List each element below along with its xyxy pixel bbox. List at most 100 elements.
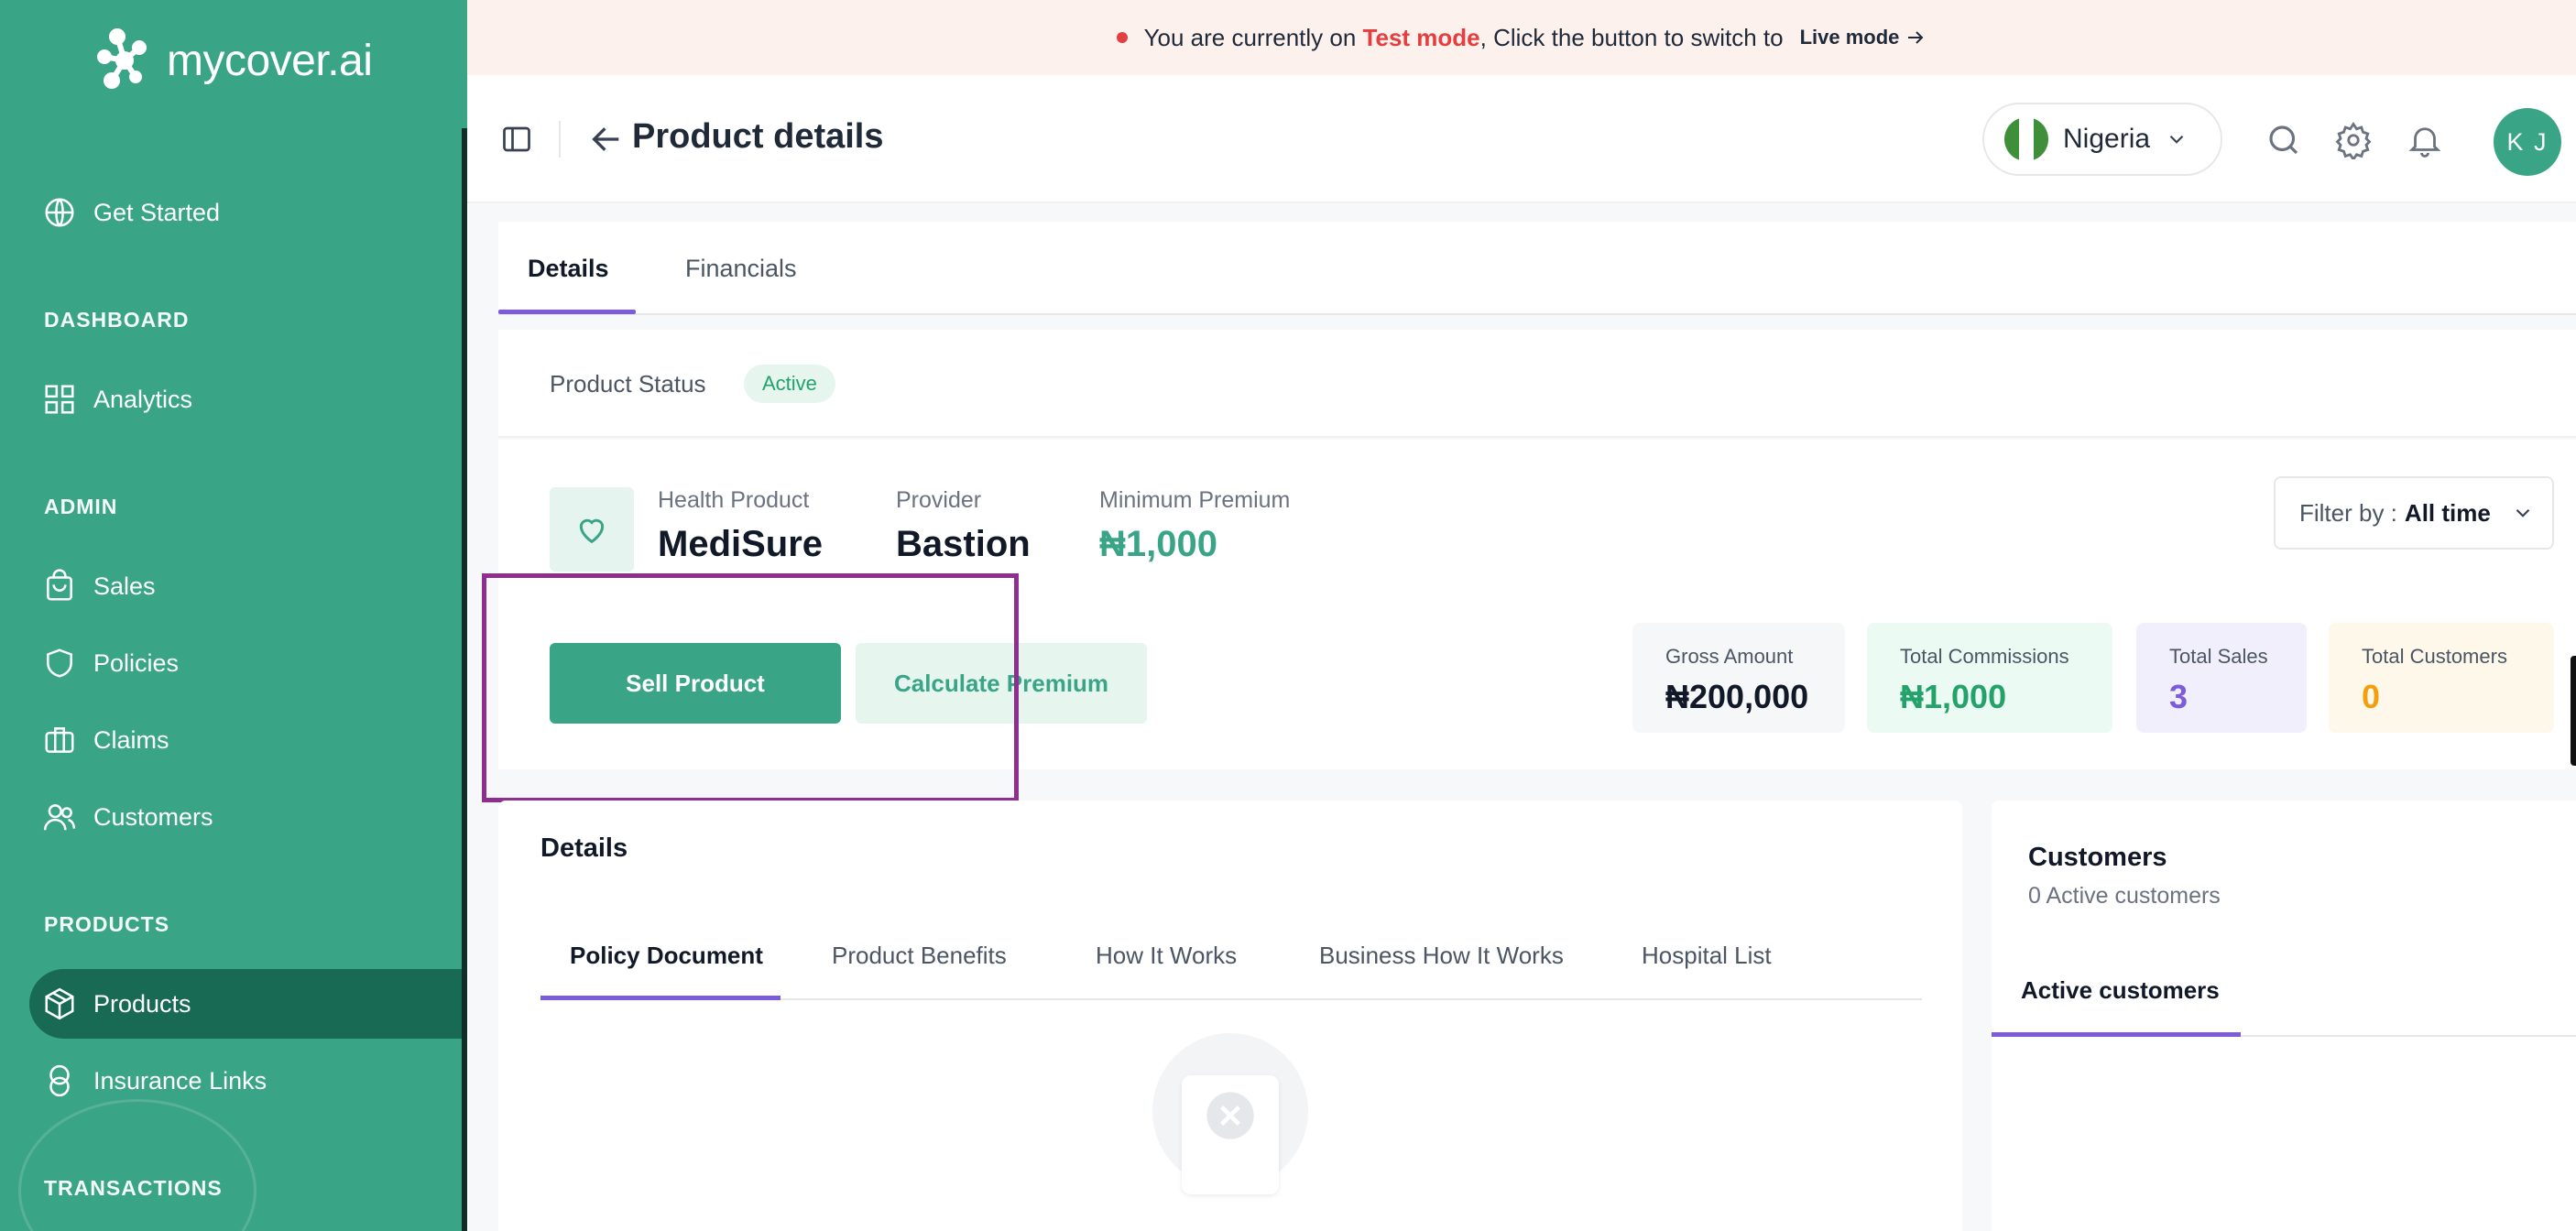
banner-prefix: You are currently on <box>1143 23 1363 51</box>
section-label-dashboard: DASHBOARD <box>44 308 190 332</box>
dtab-business-how-it-works[interactable]: Business How It Works <box>1319 942 1564 970</box>
product-name: MediSure <box>658 524 824 564</box>
customers-subtitle: 0 Active customers <box>2028 883 2221 909</box>
tab-details[interactable]: Details <box>528 255 609 283</box>
back-arrow-icon[interactable] <box>588 121 625 158</box>
provider-name: Bastion <box>896 524 1031 564</box>
filter-label: Filter by : <box>2299 498 2397 527</box>
dtab-product-benefits[interactable]: Product Benefits <box>832 942 1007 970</box>
right-scroll-handle[interactable] <box>2571 656 2576 766</box>
page-header: Product details Nigeria K J <box>467 75 2576 203</box>
search-icon[interactable] <box>2265 121 2303 159</box>
stat-label: Total Sales <box>2169 645 2268 668</box>
empty-document-icon <box>1182 1075 1279 1194</box>
users-icon <box>43 804 76 831</box>
package-icon <box>45 987 74 1020</box>
stat-card-total-commissions: Total Commissions ₦1,000 <box>1867 623 2112 733</box>
dtab-how-it-works[interactable]: How It Works <box>1096 942 1237 970</box>
details-tab-active-indicator <box>540 996 780 1000</box>
details-title: Details <box>540 833 628 863</box>
sidebar-decoration <box>18 1099 257 1231</box>
product-type-label: Health Product <box>658 487 810 513</box>
logo-icon <box>97 28 147 89</box>
status-badge: Active <box>744 365 835 403</box>
tab-financials[interactable]: Financials <box>685 255 797 283</box>
stat-card-gross-amount: Gross Amount ₦200,000 <box>1632 623 1845 733</box>
briefcase-icon <box>45 727 74 753</box>
sidebar-item-customers[interactable]: Customers <box>29 782 467 852</box>
link-icon <box>49 1064 70 1097</box>
sidebar-item-label: Policies <box>93 648 180 677</box>
filter-dropdown[interactable]: Filter by : All time <box>2274 476 2554 550</box>
sidebar-item-policies[interactable]: Policies <box>29 628 467 698</box>
customers-tab-active-indicator <box>1992 1032 2241 1037</box>
sidebar-item-label: Sales <box>93 572 156 600</box>
sidebar-scrollbar[interactable] <box>462 128 467 1231</box>
min-premium-value: ₦1,000 <box>1099 524 1217 564</box>
brand-logo[interactable]: mycover.ai <box>88 24 373 97</box>
sidebar-item-label: Analytics <box>93 385 193 413</box>
globe-icon <box>45 198 74 227</box>
min-premium-label: Minimum Premium <box>1099 487 1291 513</box>
annotation-highlight <box>482 573 1019 802</box>
section-label-admin: ADMIN <box>44 495 118 518</box>
product-status-label: Product Status <box>550 370 706 398</box>
avatar[interactable]: K J <box>2494 108 2561 176</box>
stat-label: Total Commissions <box>1900 645 2069 668</box>
sidebar-toggle-icon[interactable] <box>500 123 533 156</box>
stat-card-total-sales: Total Sales 3 <box>2136 623 2307 733</box>
sidebar-item-label: Get Started <box>93 198 221 226</box>
stat-label: Total Customers <box>2362 645 2507 668</box>
header-divider <box>559 121 561 158</box>
sidebar-item-sales[interactable]: Sales <box>29 551 467 621</box>
sidebar-item-claims[interactable]: Claims <box>29 705 467 775</box>
test-mode-banner: You are currently on Test mode , Click t… <box>467 0 2576 75</box>
customers-title: Customers <box>2028 843 2167 872</box>
stat-card-total-customers: Total Customers 0 <box>2329 623 2554 733</box>
chevron-down-icon <box>2516 508 2530 517</box>
sidebar-item-label: Customers <box>93 802 213 831</box>
live-mode-link[interactable]: Live mode <box>1800 26 1927 49</box>
provider-label: Provider <box>896 487 982 513</box>
details-card: Details Policy Document Product Benefits… <box>498 801 1962 1231</box>
stat-label: Gross Amount <box>1665 645 1794 668</box>
tab-active-indicator <box>498 310 636 314</box>
sidebar-item-products[interactable]: Products <box>29 969 467 1039</box>
chevron-down-icon <box>2169 135 2184 144</box>
arrow-right-icon <box>1908 31 1924 44</box>
product-status-row: Product Status Active <box>498 330 2576 438</box>
stat-value: ₦1,000 <box>1900 678 2007 715</box>
country-label: Nigeria <box>2063 124 2151 154</box>
banner-suffix: , Click the button to switch to <box>1479 23 1784 51</box>
sidebar-item-label: Claims <box>93 725 169 754</box>
sidebar-item-label: Insurance Links <box>93 1066 267 1095</box>
section-label-products: PRODUCTS <box>44 912 170 936</box>
bell-icon[interactable] <box>2406 121 2444 159</box>
stat-value: 3 <box>2169 678 2189 715</box>
country-select[interactable]: Nigeria <box>1982 103 2222 176</box>
sidebar: mycover.ai Get Started DASHBOARD Analyti… <box>0 0 467 1231</box>
stat-value: 0 <box>2362 678 2381 715</box>
close-circle-icon <box>1206 1092 1254 1139</box>
sidebar-item-get-started[interactable]: Get Started <box>29 178 467 247</box>
grid-icon <box>45 385 74 414</box>
page-title: Product details <box>632 117 884 156</box>
heart-icon <box>579 518 605 544</box>
product-tabs: Details Financials <box>498 222 2576 315</box>
gear-icon[interactable] <box>2334 121 2373 159</box>
customers-card: Customers 0 Active customers Active cust… <box>1992 801 2576 1231</box>
product-icon-box <box>550 487 634 572</box>
dtab-hospital-list[interactable]: Hospital List <box>1642 942 1772 970</box>
sidebar-item-analytics[interactable]: Analytics <box>29 365 467 434</box>
filter-value: All time <box>2404 498 2491 527</box>
shield-icon <box>47 648 72 678</box>
dtab-policy-document[interactable]: Policy Document <box>570 942 763 970</box>
brand-name: mycover.ai <box>167 36 373 85</box>
shopping-bag-icon <box>47 569 72 601</box>
banner-mode: Test mode <box>1362 23 1480 51</box>
status-dot-icon <box>1116 32 1128 43</box>
live-mode-label: Live mode <box>1799 26 1900 49</box>
sidebar-item-label: Products <box>93 989 191 1018</box>
tab-active-customers[interactable]: Active customers <box>2021 976 2220 1005</box>
nigeria-flag-icon <box>2004 117 2048 161</box>
